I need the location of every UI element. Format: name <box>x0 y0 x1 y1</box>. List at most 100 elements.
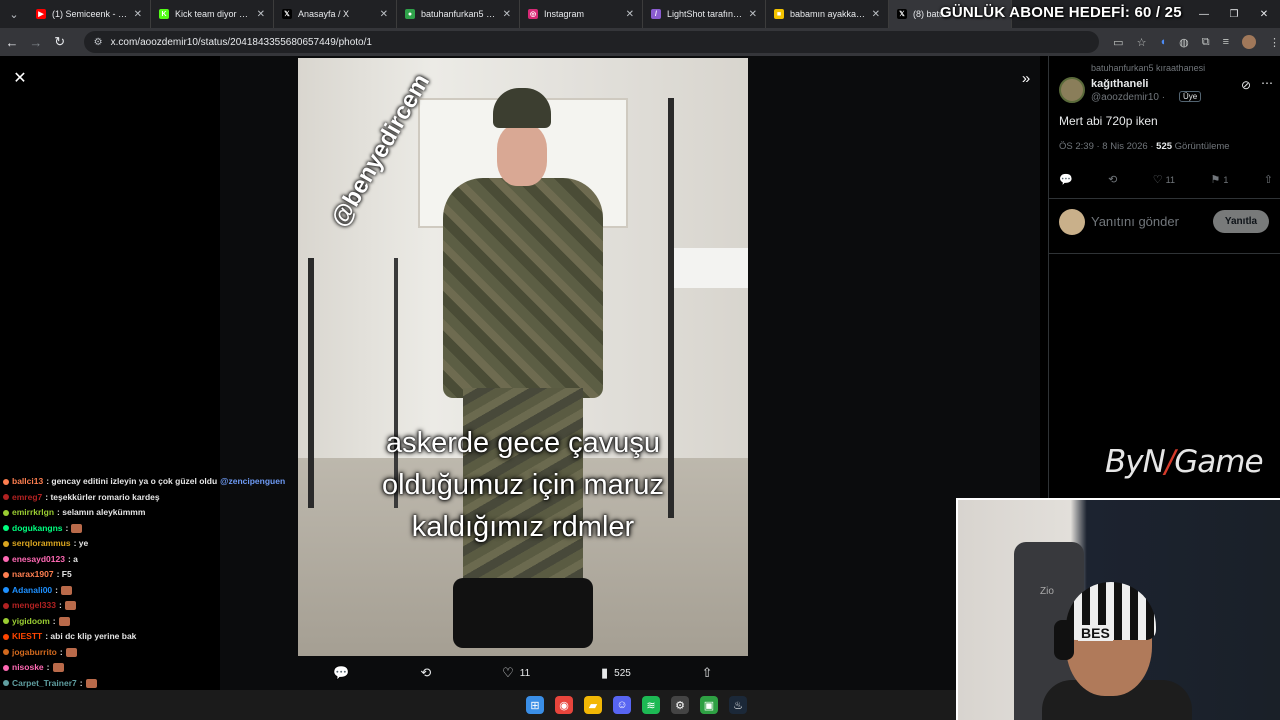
tab-close-icon[interactable]: ✕ <box>749 9 757 20</box>
browser-tab[interactable]: ● batuhanfurkan5 - sayı ✕ <box>397 0 520 28</box>
like-count: 11 <box>519 667 531 679</box>
author-handle[interactable]: @aoozdemir10 · <box>1091 92 1165 103</box>
retweeted-by: batuhanfurkan5 kıraathanesi <box>1091 63 1206 73</box>
author-avatar[interactable] <box>1059 77 1085 103</box>
collapse-panel-icon[interactable]: » <box>1016 68 1036 88</box>
chat-badge-icon <box>3 587 9 594</box>
chat-emote-icon <box>85 678 97 688</box>
chat-text: : gencay editini izleyin ya o çok güzel … <box>46 476 218 486</box>
reload-button[interactable]: ↻ <box>48 28 72 56</box>
chat-username[interactable]: jogaburrito <box>12 645 57 661</box>
profile-avatar-icon[interactable] <box>1242 35 1256 49</box>
chat-text: : a <box>67 553 78 564</box>
tab-close-icon[interactable]: ✕ <box>626 9 634 20</box>
windows-start-icon[interactable]: ⊞ <box>526 696 544 714</box>
browser-tab[interactable]: ■ babamın ayakkabı iş ✕ <box>766 0 889 28</box>
browser-menu-icon[interactable]: ⋮ <box>1269 36 1280 49</box>
chat-username[interactable]: nisoske <box>12 660 44 676</box>
extension-icon[interactable]: ◍ <box>1179 36 1189 49</box>
browser-tab[interactable]: K Kick team diyor ki... ✕ <box>151 0 274 28</box>
tweet-like-button[interactable]: ♡ 11 <box>1153 173 1175 186</box>
tab-close-icon[interactable]: ✕ <box>134 9 142 20</box>
app-icon[interactable]: ▣ <box>700 696 718 714</box>
tab-groups-icon[interactable]: ≡ <box>1223 36 1229 48</box>
share-icon: ⇧ <box>701 665 713 680</box>
chat-badge-icon <box>3 478 9 485</box>
spotify-icon[interactable]: ≋ <box>642 696 660 714</box>
chat-badge-icon <box>3 540 9 547</box>
reply-button[interactable]: 💬 <box>333 665 349 681</box>
chat-username[interactable]: serqlorammus <box>12 536 71 552</box>
tab-label: Anasayfa / X <box>298 9 350 19</box>
chat-username[interactable]: KIESTT <box>12 629 42 645</box>
chat-message: emirrkrlgn: selamın aleykümmm <box>0 505 296 521</box>
chat-username[interactable]: yigidoom <box>12 614 50 630</box>
site-info-icon[interactable]: ⚙ <box>94 37 103 48</box>
author-name[interactable]: kağıthaneli <box>1091 78 1148 90</box>
chat-emote-icon <box>64 601 76 611</box>
chat-text: : <box>79 677 83 688</box>
tweet-bookmark-button[interactable]: ⚑ 1 <box>1210 173 1228 186</box>
tab-close-icon[interactable]: ✕ <box>503 9 511 20</box>
tab-close-icon[interactable]: ✕ <box>380 9 388 20</box>
minimize-button[interactable]: — <box>1188 0 1220 28</box>
url-field[interactable]: ⚙ x.com/aoozdemir10/status/2041843355680… <box>83 31 1100 53</box>
tweet-photo[interactable]: @benyedircem askerde gece çavuşu olduğum… <box>298 58 748 656</box>
photo-action-bar: 💬 ⟲ ♡ 11 ▮ 525 ⇧ <box>298 660 748 686</box>
close-viewer-icon[interactable]: ✕ <box>10 68 30 88</box>
extensions-puzzle-icon[interactable]: ⧉ <box>1202 36 1210 49</box>
settings-icon[interactable]: ⚙ <box>671 696 689 714</box>
grok-icon[interactable]: ⊘ <box>1241 78 1251 92</box>
back-button[interactable]: ← <box>0 28 24 56</box>
tab-close-icon[interactable]: ✕ <box>872 9 880 20</box>
extension-audio-icon[interactable]: ◖ <box>1159 36 1166 48</box>
more-options-icon[interactable]: ⋯ <box>1261 76 1273 90</box>
like-button[interactable]: ♡ 11 <box>502 665 530 681</box>
reply-input[interactable]: Yanıtını gönder <box>1091 214 1179 229</box>
soldier-figure <box>423 88 623 648</box>
reply-submit-button[interactable]: Yanıtla <box>1213 210 1269 233</box>
file-explorer-icon[interactable]: ▰ <box>584 696 602 714</box>
cast-icon[interactable]: ▭ <box>1113 36 1123 49</box>
tab-close-icon[interactable]: ✕ <box>257 9 265 20</box>
chat-username[interactable]: mengel333 <box>12 598 56 614</box>
chat-username[interactable]: narax1907 <box>12 567 54 583</box>
feather-icon: / <box>651 9 661 19</box>
browser-tab[interactable]: ▶ (1) Semiceenk - Ba ✕ <box>28 0 151 28</box>
bookmark-star-icon[interactable]: ☆ <box>1137 36 1147 49</box>
browser-tab[interactable]: ◎ Instagram ✕ <box>520 0 643 28</box>
chair-logo: Zio <box>1040 586 1054 597</box>
stream-chat: ballci13: gencay editini izleyin ya o ço… <box>0 474 296 704</box>
chrome-icon[interactable]: ◉ <box>555 696 573 714</box>
tweet-reply-button[interactable]: 💬 <box>1059 173 1073 186</box>
views-button[interactable]: ▮ 525 <box>601 665 631 681</box>
close-window-button[interactable]: ✕ <box>1248 0 1280 28</box>
chat-username[interactable]: Carpet_Trainer7 <box>12 676 77 692</box>
steam-icon[interactable]: ♨ <box>729 696 747 714</box>
forward-button[interactable]: → <box>24 28 48 56</box>
tab-search-button[interactable]: ⌄ <box>0 0 28 28</box>
chat-username[interactable]: enesayd0123 <box>12 552 65 568</box>
chat-username[interactable]: Adanali00 <box>12 583 52 599</box>
tab-label: (1) Semiceenk - Ba <box>52 9 128 19</box>
chat-mention[interactable]: @zencipenguen <box>220 474 285 490</box>
chat-text: : F5 <box>56 569 72 579</box>
tab-label: Instagram <box>544 9 585 19</box>
chat-username[interactable]: dogukangns <box>12 521 63 537</box>
chat-badge-icon <box>3 664 9 671</box>
chat-username[interactable]: emreg7 <box>12 490 42 506</box>
tweet-share-button[interactable]: ⇧ <box>1264 173 1273 186</box>
browser-tab[interactable]: 𝕏 Anasayfa / X ✕ <box>274 0 397 28</box>
chat-badge-icon <box>3 649 9 656</box>
share-button[interactable]: ⇧ <box>702 665 713 681</box>
maximize-button[interactable]: ❐ <box>1218 0 1250 28</box>
taskbar: ⊞ ◉ ▰ ☺ ≋ ⚙ ▣ ♨ <box>0 690 956 720</box>
repost-button[interactable]: ⟲ <box>420 665 431 681</box>
discord-icon[interactable]: ☺ <box>613 696 631 714</box>
browser-tab[interactable]: / LightShot tarafından ✕ <box>643 0 766 28</box>
chat-username[interactable]: emirrkrlgn <box>12 505 54 521</box>
chat-username[interactable]: ballci13 <box>12 474 43 490</box>
tweet-repost-button[interactable]: ⟲ <box>1108 173 1117 186</box>
chat-badge-icon <box>3 494 9 501</box>
chat-message: enesayd0123: a <box>0 552 296 568</box>
